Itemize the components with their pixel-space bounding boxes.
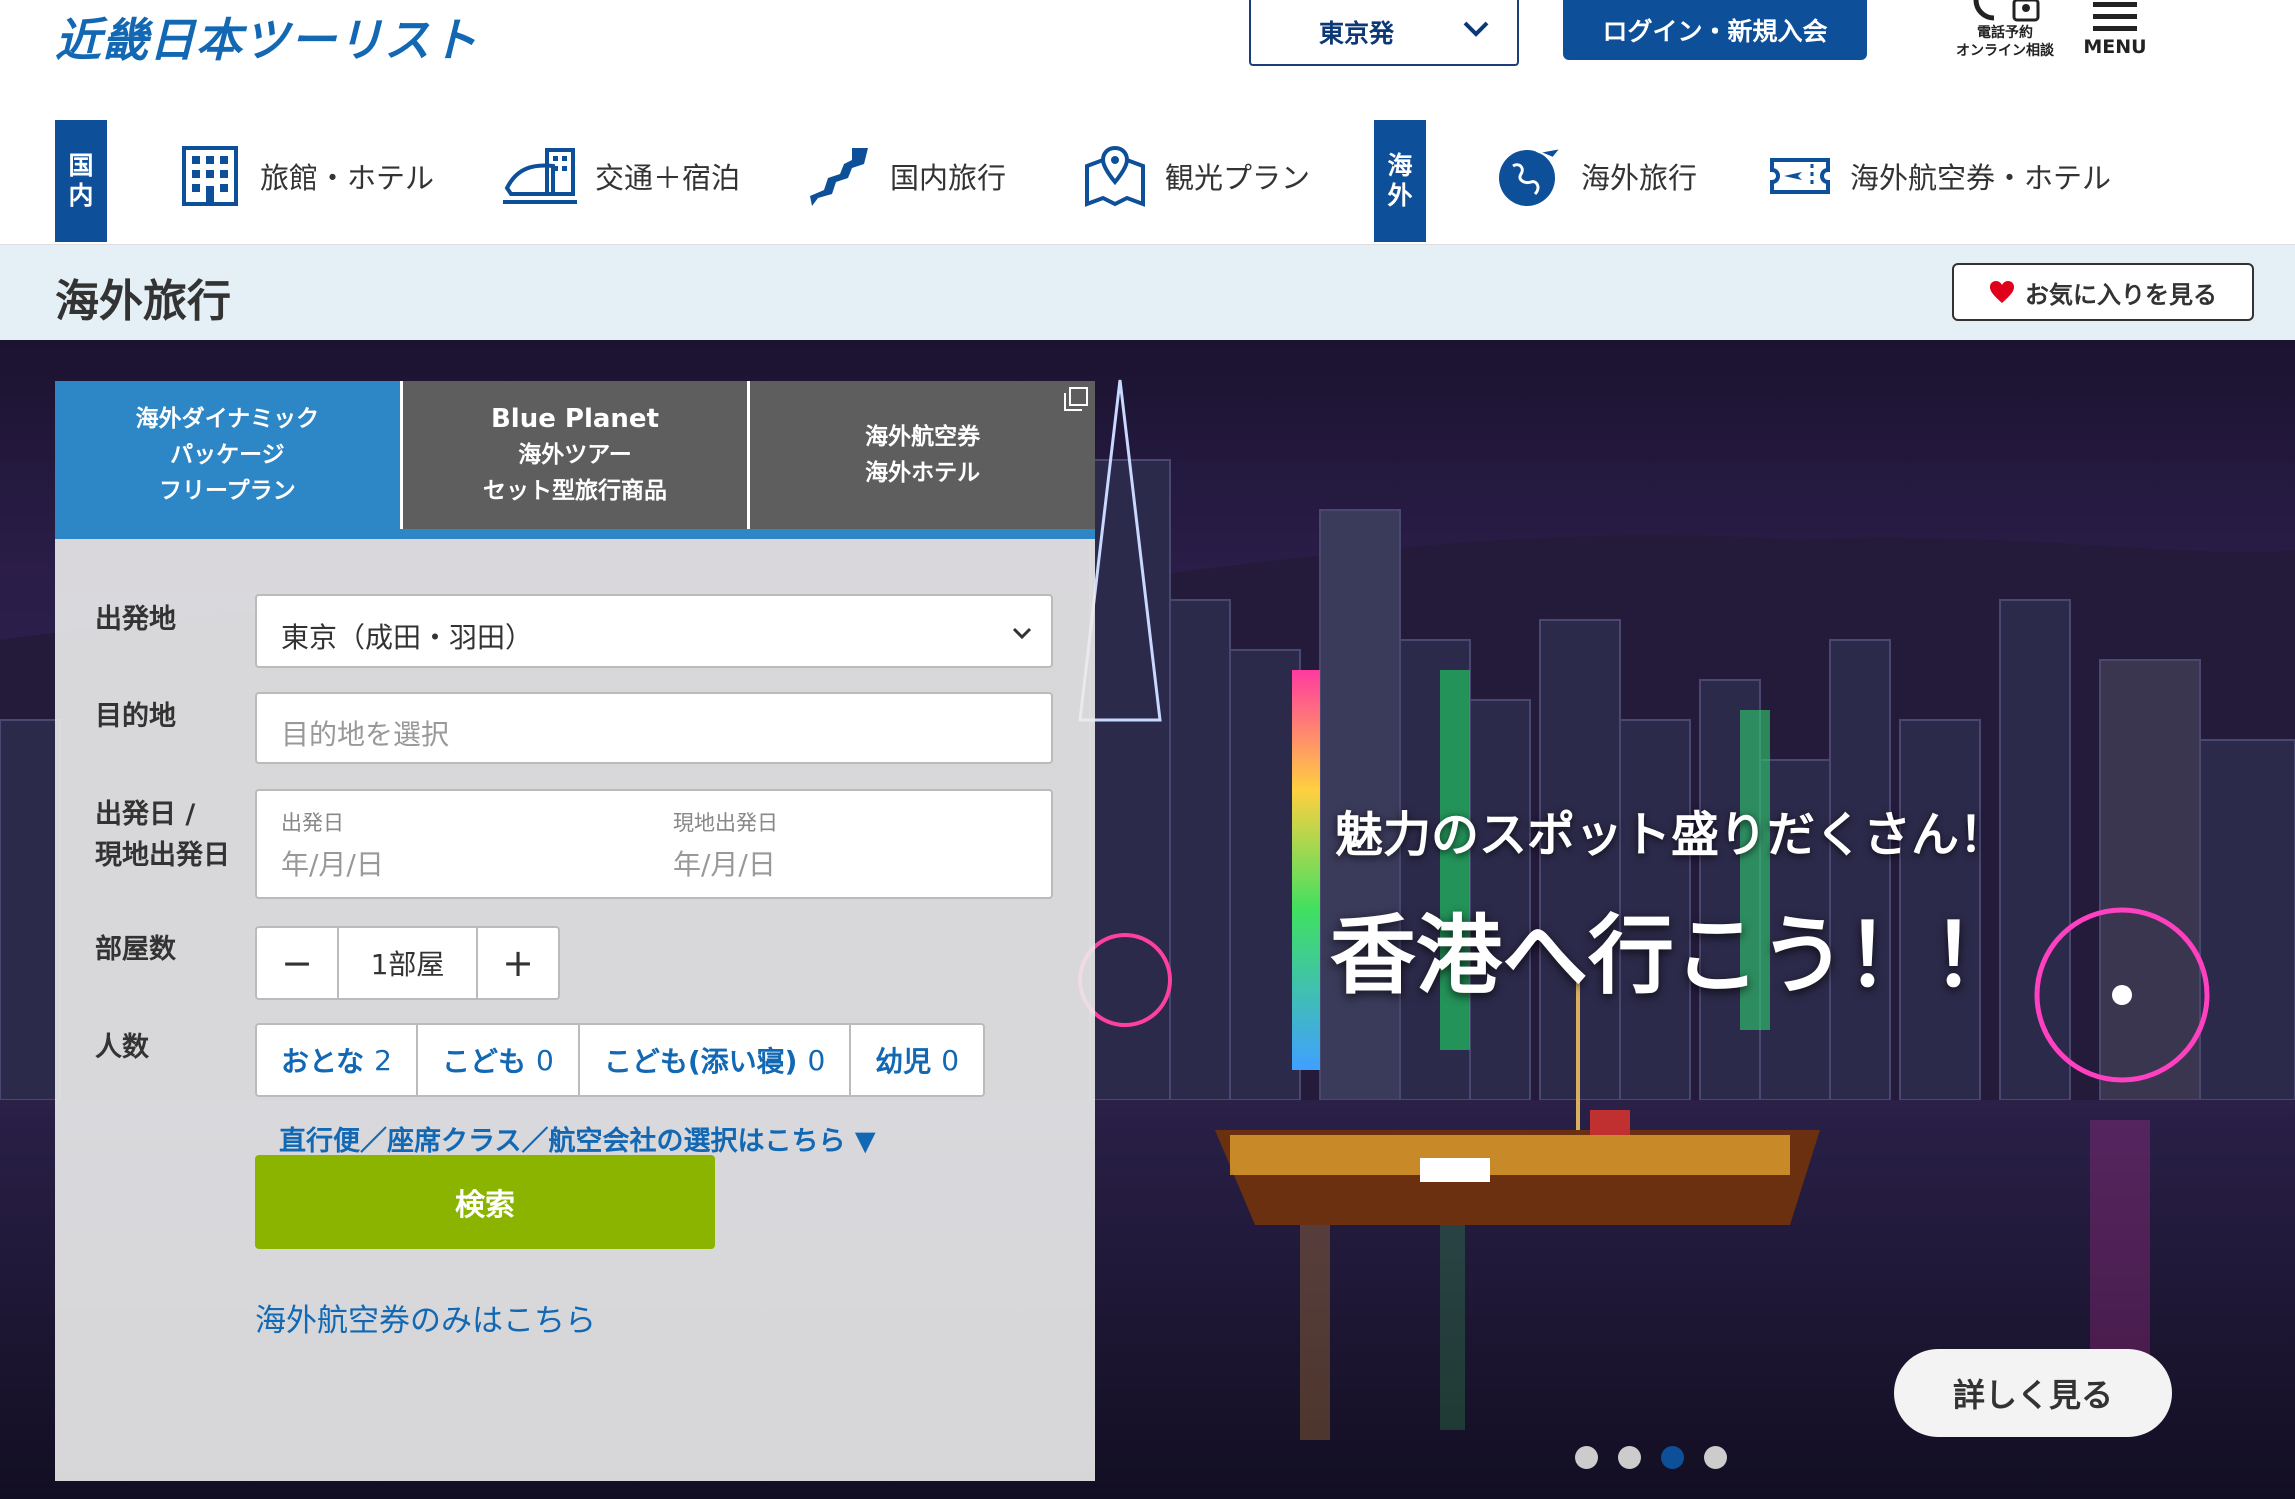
hotel-icon [182, 146, 238, 206]
map-pin-icon [1085, 145, 1145, 207]
pax-adult[interactable]: おとな 2 [257, 1025, 418, 1095]
train-hotel-icon [503, 148, 577, 204]
advanced-options-link[interactable]: 直行便／座席クラス／航空会社の選択はこちら ▼ [279, 1119, 876, 1158]
pax-selector: おとな 2 こども 0 こども(添い寝) 0 幼児 0 [255, 1023, 986, 1097]
favorites-label: お気に入りを見る [2025, 280, 2217, 309]
favorites-button[interactable]: お気に入りを見る [1952, 263, 2254, 321]
category-nav: 国 内 旅館・ホテル 交通＋宿泊 国内旅行 観光プラン 海 外 海外旅行 海外航… [0, 120, 2295, 245]
departure-value: 東京（成田・羽田） [281, 621, 534, 654]
nav-hotel[interactable]: 旅館・ホテル [178, 144, 434, 208]
depart-date-input[interactable]: 出発日 年/月/日 [257, 791, 647, 897]
menu-button[interactable]: MENU [2080, 0, 2150, 70]
date-range-field: 出発日 年/月/日 現地出発日 年/月/日 [255, 789, 1053, 899]
nav-train-hotel-label: 交通＋宿泊 [595, 161, 741, 195]
nav-hotel-label: 旅館・ホテル [260, 161, 435, 195]
overseas-badge: 海 外 [1374, 120, 1426, 242]
carousel-dots [1575, 1446, 1727, 1469]
carousel-dot[interactable] [1575, 1446, 1598, 1469]
tab-blue-planet[interactable]: Blue Planet 海外ツアー セット型旅行商品 [402, 381, 751, 529]
nav-overseas-air-hotel-label: 海外航空券・ホテル [1850, 161, 2112, 195]
globe-plane-icon [1499, 146, 1563, 206]
login-button[interactable]: ログイン・新規入会 [1563, 0, 1867, 60]
hero-detail-button[interactable]: 詳しく見る [1894, 1349, 2172, 1437]
carousel-dot[interactable] [1704, 1446, 1727, 1469]
nav-sightseeing-label: 観光プラン [1165, 161, 1311, 195]
origin-select-value: 東京発 [1319, 19, 1395, 48]
hero-title: 香港へ行こう！！ [1330, 906, 2018, 1006]
domestic-badge: 国 内 [55, 120, 107, 242]
carousel-dot-active[interactable] [1661, 1446, 1684, 1469]
rooms-stepper: − 1部屋 + [255, 926, 560, 1000]
depart-date-placeholder: 年/月/日 [281, 848, 384, 881]
nav-domestic-travel-label: 国内旅行 [890, 161, 1007, 195]
phone-label-1: 電話予約 [1977, 25, 2033, 41]
phone-consult-button[interactable]: 電話予約 オンライン相談 [1950, 0, 2060, 70]
domestic-travel-icon [810, 148, 868, 206]
pax-child-cosleep[interactable]: こども(添い寝) 0 [580, 1025, 852, 1095]
page-title: 海外旅行 [55, 276, 231, 327]
search-button[interactable]: 検索 [255, 1155, 715, 1249]
local-date-placeholder: 年/月/日 [673, 848, 776, 881]
hamburger-icon [2093, 2, 2137, 31]
tab-dynamic-package[interactable]: 海外ダイナミック パッケージ フリープラン [55, 381, 403, 529]
nav-overseas-air-hotel[interactable]: 海外航空券・ホテル [1768, 144, 2111, 208]
local-date-caption: 現地出発日 [673, 811, 778, 835]
site-header: 近畿日本ツーリスト 東京発 ログイン・新規入会 電話予約 オンライン相談 MEN… [0, 0, 2295, 100]
pax-child[interactable]: こども 0 [418, 1025, 580, 1095]
nav-overseas-travel-label: 海外旅行 [1581, 161, 1698, 195]
departure-label: 出発地 [95, 604, 176, 635]
destination-label: 目的地 [95, 701, 176, 732]
nav-domestic-travel[interactable]: 国内旅行 [808, 144, 1006, 208]
search-form: 出発地 東京（成田・羽田） 目的地 目的地を選択 出発日 / 現地出発日 出発日… [55, 539, 1095, 1481]
ticket-icon [1770, 158, 1830, 194]
nav-sightseeing[interactable]: 観光プラン [1083, 144, 1310, 208]
air-only-link[interactable]: 海外航空券のみはこちら [255, 1295, 596, 1340]
departure-select[interactable]: 東京（成田・羽田） [255, 594, 1053, 668]
rooms-minus-button[interactable]: − [257, 928, 337, 998]
depart-date-caption: 出発日 [281, 811, 344, 835]
destination-input[interactable]: 目的地を選択 [255, 692, 1053, 764]
heart-icon [1990, 281, 2014, 303]
rooms-plus-button[interactable]: + [478, 928, 558, 998]
external-window-icon [1064, 387, 1089, 411]
destination-placeholder: 目的地を選択 [281, 718, 450, 751]
site-logo[interactable]: 近畿日本ツーリスト [55, 4, 478, 70]
date-label-line2: 現地出発日 [95, 840, 230, 871]
rooms-value: 1部屋 [337, 928, 478, 998]
hero-subtitle: 魅力のスポット盛りだくさん！ [1335, 807, 2008, 863]
carousel-dot[interactable] [1618, 1446, 1641, 1469]
search-panel: 海外ダイナミック パッケージ フリープラン Blue Planet 海外ツアー … [55, 381, 1096, 1481]
phone-label-2: オンライン相談 [1956, 43, 2054, 59]
origin-select[interactable]: 東京発 [1249, 0, 1519, 66]
date-label-line1: 出発日 / [95, 799, 196, 830]
rooms-label: 部屋数 [95, 934, 176, 965]
phone-icon [1973, 0, 2040, 22]
chevron-down-icon [1012, 627, 1032, 640]
pax-infant[interactable]: 幼児 0 [851, 1025, 983, 1095]
page-title-bar: 海外旅行 お気に入りを見る [0, 245, 2295, 340]
search-tabs: 海外ダイナミック パッケージ フリープラン Blue Planet 海外ツアー … [55, 381, 1096, 529]
local-date-input[interactable]: 現地出発日 年/月/日 [649, 791, 1051, 897]
nav-overseas-travel[interactable]: 海外旅行 [1495, 144, 1697, 208]
tab-air-hotel[interactable]: 海外航空券 海外ホテル [750, 381, 1096, 529]
chevron-down-icon [1463, 21, 1489, 37]
menu-label: MENU [2083, 36, 2147, 58]
pax-label: 人数 [95, 1032, 149, 1063]
nav-train-hotel[interactable]: 交通＋宿泊 [503, 144, 740, 208]
